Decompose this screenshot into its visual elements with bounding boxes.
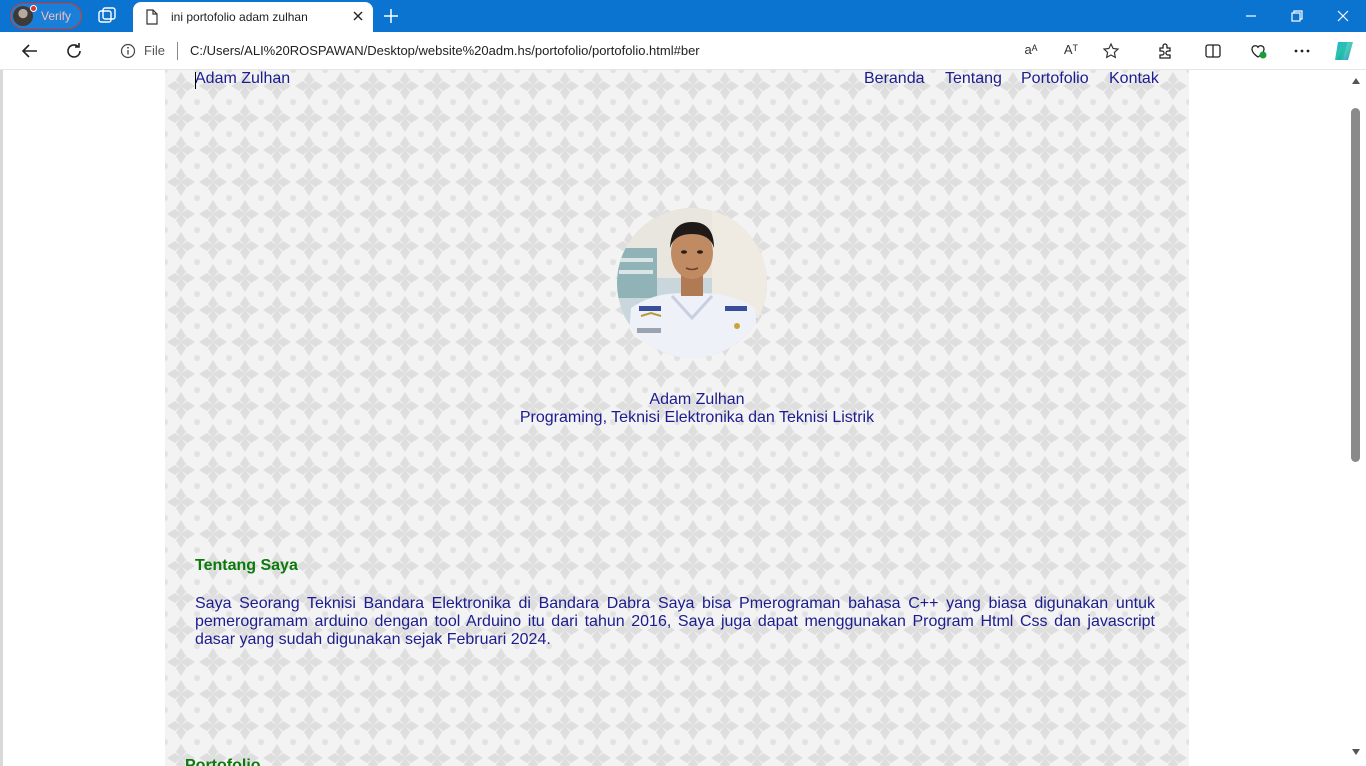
scroll-down-arrow-icon[interactable] bbox=[1352, 749, 1360, 755]
portfolio-heading: Portofolio bbox=[185, 757, 261, 766]
window-left-edge bbox=[0, 70, 3, 766]
favorite-star-icon[interactable] bbox=[1102, 42, 1120, 60]
page-icon bbox=[146, 9, 158, 25]
close-tab-icon[interactable] bbox=[351, 9, 365, 23]
vertical-scrollbar[interactable] bbox=[1346, 70, 1366, 766]
notification-dot bbox=[30, 5, 37, 12]
nav-link-portofolio[interactable]: Portofolio bbox=[1021, 70, 1089, 88]
translate-icon[interactable]: aᴬ bbox=[1022, 42, 1040, 60]
nav-link-kontak[interactable]: Kontak bbox=[1109, 70, 1159, 88]
portfolio-page: Adam Zulhan Beranda Tentang Portofolio K… bbox=[165, 70, 1189, 766]
about-paragraph: Saya Seorang Teknisi Bandara Elektronika… bbox=[195, 595, 1155, 648]
nav-link-beranda[interactable]: Beranda bbox=[864, 70, 925, 88]
browser-essentials-icon[interactable] bbox=[1248, 41, 1268, 61]
split-screen-icon[interactable] bbox=[1203, 41, 1223, 61]
copilot-icon[interactable] bbox=[1332, 39, 1356, 63]
about-heading: Tentang Saya bbox=[195, 557, 298, 574]
browser-toolbar: File C:/Users/ALI%20ROSPAWAN/Desktop/web… bbox=[0, 32, 1366, 70]
url-scheme-label: File bbox=[144, 43, 165, 58]
tab-active[interactable]: ini portofolio adam zulhan bbox=[133, 2, 373, 32]
url-text[interactable]: C:/Users/ALI%20ROSPAWAN/Desktop/website%… bbox=[190, 43, 700, 58]
more-options-icon[interactable] bbox=[1292, 41, 1312, 61]
nav-link-tentang[interactable]: Tentang bbox=[945, 70, 1002, 88]
scroll-up-arrow-icon[interactable] bbox=[1352, 78, 1360, 84]
back-arrow-icon[interactable] bbox=[20, 41, 40, 61]
page-viewport: Adam Zulhan Beranda Tentang Portofolio K… bbox=[0, 70, 1366, 766]
hero-name: Adam Zulhan bbox=[649, 391, 745, 408]
address-bar[interactable]: File C:/Users/ALI%20ROSPAWAN/Desktop/web… bbox=[104, 35, 1138, 67]
site-nav: Beranda Tentang Portofolio Kontak bbox=[165, 70, 1189, 92]
profile-label: Verify bbox=[41, 9, 72, 23]
reload-icon[interactable] bbox=[64, 41, 84, 61]
tab-title: ini portofolio adam zulhan bbox=[171, 10, 308, 24]
new-tab-icon[interactable] bbox=[382, 7, 400, 25]
info-icon[interactable] bbox=[120, 43, 136, 59]
profile-button[interactable]: Verify bbox=[10, 3, 82, 29]
restore-icon[interactable] bbox=[1289, 8, 1305, 24]
title-bar: Verify ini portofolio adam zulhan bbox=[0, 0, 1366, 32]
scrollbar-thumb[interactable] bbox=[1351, 108, 1360, 462]
minimize-icon[interactable] bbox=[1243, 8, 1259, 24]
read-aloud-icon[interactable]: Aᵀ bbox=[1062, 42, 1080, 60]
extensions-icon[interactable] bbox=[1155, 41, 1175, 61]
profile-photo bbox=[617, 208, 767, 358]
workspaces-icon[interactable] bbox=[96, 6, 118, 26]
hero-subtitle: Programing, Teknisi Elektronika dan Tekn… bbox=[519, 409, 875, 426]
close-window-icon[interactable] bbox=[1335, 8, 1351, 24]
omnibox-divider bbox=[177, 42, 178, 60]
